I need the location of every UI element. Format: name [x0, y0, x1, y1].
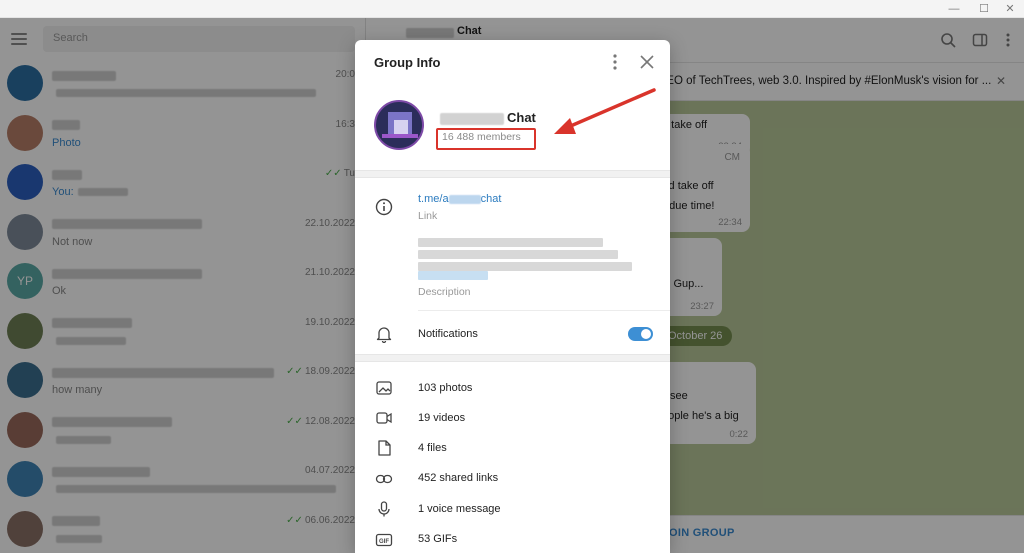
- file-icon: [378, 440, 391, 456]
- toggle-knob: [640, 328, 652, 340]
- invite-link-prefix: t.me/a: [418, 193, 449, 205]
- description-blur: [418, 238, 603, 247]
- invite-link[interactable]: t.me/a chat: [418, 193, 501, 205]
- media-photos[interactable]: 103 photos: [418, 382, 472, 394]
- description-label: Description: [418, 286, 471, 298]
- window-titlebar: — ☐ ✕: [0, 0, 1024, 18]
- invite-link-suffix: chat: [480, 193, 502, 205]
- microphone-icon: [378, 501, 390, 517]
- more-vertical-icon[interactable]: [607, 53, 623, 71]
- notifications-label: Notifications: [418, 328, 478, 340]
- dialog-title: Group Info: [374, 55, 441, 70]
- highlight-box: [436, 128, 536, 150]
- group-avatar[interactable]: [374, 100, 424, 150]
- media-links[interactable]: 452 shared links: [418, 472, 498, 484]
- video-icon: [376, 412, 392, 424]
- annotation-arrow: [554, 88, 656, 134]
- description-blur: [418, 262, 632, 271]
- link-label: Link: [418, 210, 438, 222]
- notifications-toggle[interactable]: [628, 327, 653, 341]
- description-blur: [418, 271, 488, 280]
- media-voice[interactable]: 1 voice message: [418, 503, 501, 515]
- group-name-blur: [440, 113, 504, 125]
- minimize-icon[interactable]: —: [946, 2, 962, 16]
- media-files[interactable]: 4 files: [418, 442, 447, 454]
- media-gifs[interactable]: 53 GIFs: [418, 533, 457, 545]
- row-divider: [418, 310, 670, 311]
- close-icon[interactable]: [639, 54, 655, 70]
- description-blur: [418, 250, 618, 259]
- invite-link-blur: [448, 194, 481, 204]
- media-videos[interactable]: 19 videos: [418, 412, 465, 424]
- bell-icon: [376, 327, 392, 343]
- close-window-icon[interactable]: ✕: [1002, 2, 1018, 16]
- info-icon: [375, 198, 393, 216]
- group-name: Chat: [507, 110, 536, 125]
- gif-icon: GIF: [375, 533, 393, 547]
- photo-icon: [376, 381, 392, 395]
- section-divider: [355, 170, 670, 178]
- svg-text:GIF: GIF: [379, 539, 389, 545]
- link-icon: [375, 474, 393, 484]
- section-divider: [355, 354, 670, 362]
- maximize-icon[interactable]: ☐: [976, 2, 992, 16]
